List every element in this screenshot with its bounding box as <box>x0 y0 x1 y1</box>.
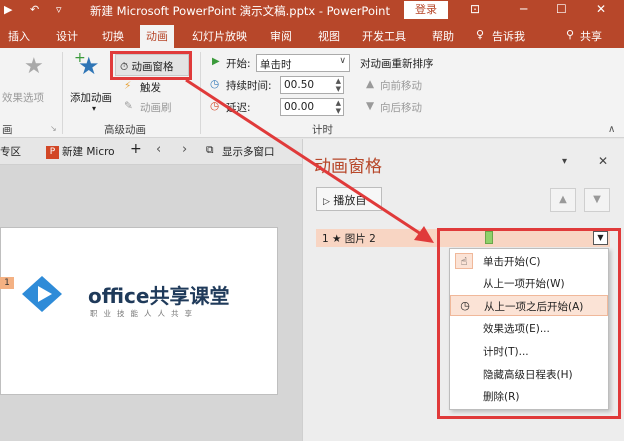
annotation-arrow <box>185 78 434 243</box>
